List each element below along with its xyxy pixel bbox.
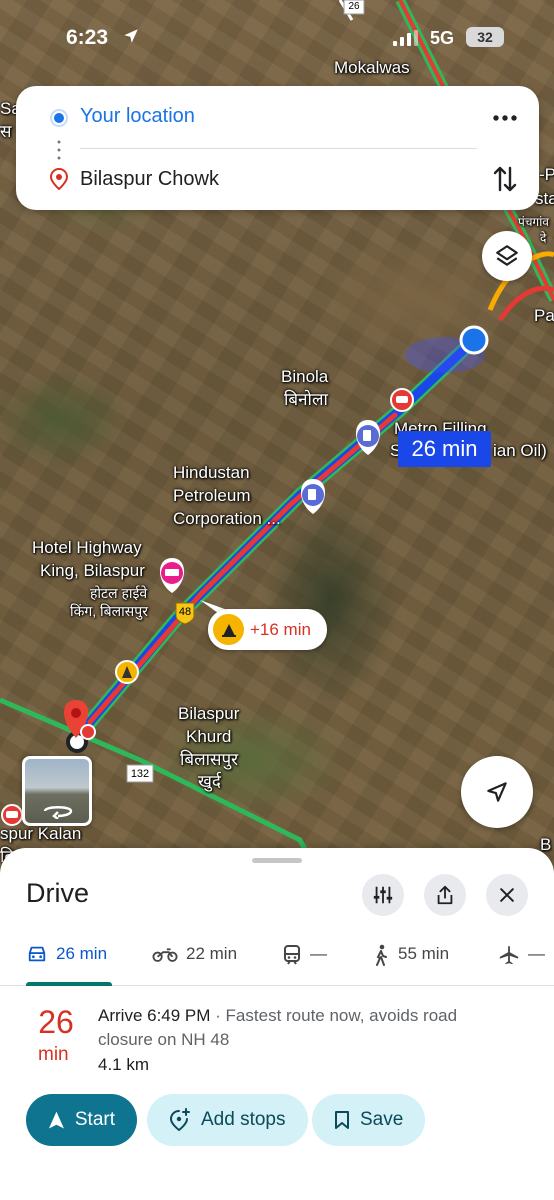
car-icon — [28, 946, 46, 962]
divider — [80, 148, 477, 149]
origin-field[interactable]: Your location — [80, 105, 195, 128]
sheet-title: Drive — [26, 878, 90, 908]
tab-transit-label: — — [310, 944, 327, 963]
navigation-icon — [48, 1111, 64, 1129]
tab-drive[interactable]: 26 min — [26, 938, 107, 986]
add-stops-label: Add stops — [201, 1109, 286, 1130]
save-button[interactable]: Save — [312, 1094, 426, 1146]
highway-132-label: 132 — [130, 768, 150, 780]
share-icon — [437, 885, 453, 905]
map-label-edge-left-2: स — [0, 122, 12, 141]
status-bar: 6:23 5G 32 — [0, 0, 554, 74]
highway-48-label: 48 — [178, 606, 192, 618]
tab-drive-label: 26 min — [56, 944, 108, 963]
route-description: Arrive 6:49 PM · Fastest route now, avoi… — [98, 1004, 508, 1052]
start-button-label: Start — [74, 1109, 115, 1130]
map-label-edge-right-6: दे — [540, 231, 547, 245]
tab-flight[interactable]: — — [498, 938, 545, 986]
tune-icon — [373, 886, 393, 904]
origin-dot-icon — [52, 111, 66, 125]
status-time: 6:23 — [66, 26, 109, 49]
navigation-arrow-icon — [487, 782, 507, 802]
map-label-edge-right-3: -P — [539, 165, 554, 184]
fuel-pin-2 — [301, 479, 325, 514]
close-icon — [500, 888, 514, 902]
route-duration-unit: min — [38, 1044, 69, 1065]
poi-label-hindustan[interactable]: Hindustan — [173, 462, 250, 484]
hotel-pin — [160, 558, 184, 593]
tab-flight-label: — — [528, 944, 545, 963]
place-label-binola[interactable]: Binola — [281, 366, 328, 388]
place-label-bilaspur-khurd-1[interactable]: Bilaspur — [178, 703, 239, 725]
poi-label-corporation: Corporation ... — [173, 509, 281, 528]
route-eta-label[interactable]: 26 min — [398, 431, 491, 467]
place-label-bilaspur-khurd-4: खुर्द — [198, 772, 221, 791]
action-buttons: Start Add stops Save — [0, 1094, 554, 1146]
close-button[interactable] — [486, 874, 528, 916]
poi-label-hotel-4: किंग, बिलासपुर — [70, 603, 148, 619]
rotate-360-icon — [43, 806, 73, 819]
more-options-icon[interactable] — [491, 106, 519, 130]
poi-label-hotel-1[interactable]: Hotel Highway — [32, 537, 142, 559]
battery-icon: 32 — [466, 27, 504, 47]
poi-label-petroleum: Petroleum — [173, 486, 251, 505]
bookmark-icon — [335, 1111, 349, 1129]
route-duration-minutes: 26 — [38, 1004, 74, 1040]
add-location-icon — [169, 1108, 190, 1132]
directions-card: Your location Bilaspur Chowk — [16, 86, 539, 210]
place-label-bilaspur-khurd-2: Khurd — [186, 727, 232, 746]
construction-icon — [213, 614, 244, 645]
layers-icon — [496, 245, 518, 266]
directions-bottom-sheet: Drive 26 min 22 min — 55 min — 26 min Ar… — [0, 848, 554, 1200]
map-view[interactable]: 48 132 26 Mokalwas Binola बिनोला Metro F… — [0, 0, 554, 900]
route-connector — [57, 138, 61, 160]
closure-marker — [80, 724, 96, 740]
origin-dot — [459, 325, 489, 355]
map-label-edge-right-1: Pa — [534, 306, 554, 325]
add-stops-button[interactable]: Add stops — [147, 1094, 308, 1146]
poi-pin-red-2 — [1, 804, 23, 826]
tab-motorcycle-label: 22 min — [186, 944, 238, 963]
active-tab-indicator — [26, 982, 112, 986]
destination-pin-icon — [50, 168, 68, 190]
poi-label-hotel-2: King, Bilaspur — [40, 561, 145, 580]
tab-walk[interactable]: 55 min — [372, 938, 449, 986]
poi-label-metro-filling-3: ian Oil) — [493, 441, 547, 460]
signal-icon — [393, 30, 418, 46]
save-button-label: Save — [360, 1109, 404, 1130]
tab-transit[interactable]: — — [282, 938, 327, 986]
delay-text: +16 min — [250, 620, 311, 639]
train-icon — [284, 945, 300, 965]
place-label-bilaspur-khurd-3: बिलासपुर — [180, 750, 239, 769]
delay-bubble[interactable]: +16 min — [208, 609, 327, 650]
arrival-time: Arrive 6:49 PM — [98, 1006, 211, 1025]
construction-marker — [115, 660, 139, 684]
map-layers-button[interactable] — [482, 231, 532, 281]
location-arrow-icon — [124, 29, 138, 43]
walking-icon — [376, 944, 387, 966]
start-button[interactable]: Start — [26, 1094, 137, 1146]
motorcycle-icon — [152, 948, 178, 962]
tab-motorcycle[interactable]: 22 min — [152, 938, 237, 986]
route-options-button[interactable] — [362, 874, 404, 916]
network-type: 5G — [430, 28, 455, 48]
route-distance: 4.1 km — [98, 1055, 150, 1074]
place-label-binola-hi: बिनोला — [284, 390, 328, 409]
plane-icon — [499, 945, 519, 965]
share-button[interactable] — [424, 874, 466, 916]
destination-field[interactable]: Bilaspur Chowk — [80, 168, 219, 191]
street-view-thumbnail[interactable] — [22, 756, 92, 826]
place-label-bilaspur-kalan[interactable]: spur Kalan — [0, 823, 81, 845]
swap-directions-icon[interactable] — [491, 164, 519, 194]
separator: · — [210, 1006, 226, 1025]
recenter-button[interactable] — [461, 756, 533, 828]
poi-pin-red — [390, 388, 414, 412]
tab-walk-label: 55 min — [398, 944, 450, 963]
travel-mode-tabs: 26 min 22 min — 55 min — — [0, 938, 554, 986]
sheet-drag-handle[interactable] — [252, 858, 302, 863]
